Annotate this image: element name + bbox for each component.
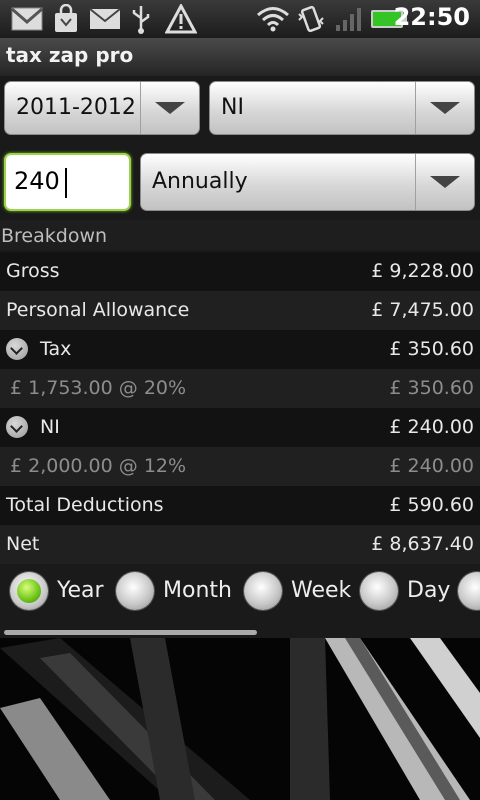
main-content: 2011-2012 NI Annually Breakdown Gross £ … bbox=[0, 76, 480, 800]
row-value: £ 590.60 bbox=[389, 494, 474, 516]
background-graphic bbox=[0, 638, 480, 800]
shopping-bag-icon bbox=[50, 4, 82, 34]
breakdown-row-ni-detail: £ 2,000.00 @ 12% £ 240.00 bbox=[0, 447, 480, 486]
period-radio-group: Year Month Week Day bbox=[0, 564, 480, 624]
amount-input[interactable] bbox=[14, 167, 114, 195]
radio-month[interactable] bbox=[116, 572, 154, 610]
tax-year-spinner[interactable]: 2011-2012 bbox=[4, 81, 200, 135]
breakdown-header: Breakdown bbox=[0, 220, 480, 250]
chevron-down-icon bbox=[415, 154, 474, 210]
collapse-icon[interactable] bbox=[6, 338, 28, 360]
usb-icon bbox=[128, 4, 154, 34]
email-icon bbox=[88, 4, 122, 34]
app-title: tax zap pro bbox=[6, 43, 134, 67]
radio-day[interactable] bbox=[360, 572, 398, 610]
row-label: Net bbox=[6, 533, 40, 555]
tax-type-value: NI bbox=[221, 95, 244, 120]
warning-icon bbox=[164, 4, 198, 34]
breakdown-row-personal-allowance: Personal Allowance £ 7,475.00 bbox=[0, 291, 480, 330]
collapse-icon[interactable] bbox=[6, 416, 28, 438]
radio-week[interactable] bbox=[244, 572, 282, 610]
amount-field[interactable] bbox=[4, 153, 131, 211]
row-value: £ 240.00 bbox=[389, 416, 474, 438]
breakdown-row-total-deductions: Total Deductions £ 590.60 bbox=[0, 486, 480, 525]
horizontal-scrollbar[interactable] bbox=[4, 630, 257, 635]
pay-period-spinner[interactable]: Annually bbox=[140, 153, 475, 211]
chevron-down-icon bbox=[140, 82, 199, 134]
radio-year[interactable] bbox=[10, 572, 48, 610]
wifi-icon bbox=[256, 4, 290, 34]
text-caret bbox=[65, 168, 67, 198]
radio-next-partial[interactable] bbox=[458, 572, 480, 610]
pay-period-value: Annually bbox=[152, 169, 248, 194]
row-label: Tax bbox=[40, 338, 72, 360]
breakdown-title: Breakdown bbox=[1, 225, 108, 247]
row-label: Personal Allowance bbox=[6, 299, 190, 321]
row-label: Gross bbox=[6, 260, 60, 282]
chevron-down-icon bbox=[415, 82, 474, 134]
row-value: £ 7,475.00 bbox=[371, 299, 474, 321]
breakdown-row-tax-detail: £ 1,753.00 @ 20% £ 350.60 bbox=[0, 369, 480, 408]
breakdown-row-gross: Gross £ 9,228.00 bbox=[0, 252, 480, 291]
row-label: £ 1,753.00 @ 20% bbox=[10, 377, 187, 399]
tax-year-value: 2011-2012 bbox=[16, 95, 136, 120]
status-bar: 22:50 bbox=[0, 0, 480, 39]
row-value: £ 240.00 bbox=[389, 455, 474, 477]
radio-week-label[interactable]: Week bbox=[291, 578, 351, 603]
row-value: £ 350.60 bbox=[389, 338, 474, 360]
tax-type-spinner[interactable]: NI bbox=[209, 81, 475, 135]
row-label: Total Deductions bbox=[6, 494, 164, 516]
row-value: £ 8,637.40 bbox=[371, 533, 474, 555]
gmail-icon bbox=[10, 4, 44, 34]
app-title-bar: tax zap pro bbox=[0, 38, 480, 77]
vibrate-icon bbox=[296, 4, 326, 34]
row-label: £ 2,000.00 @ 12% bbox=[10, 455, 187, 477]
breakdown-row-tax[interactable]: Tax £ 350.60 bbox=[0, 330, 480, 369]
signal-icon bbox=[334, 4, 364, 34]
radio-day-label[interactable]: Day bbox=[407, 578, 450, 603]
row-value: £ 350.60 bbox=[389, 377, 474, 399]
radio-month-label[interactable]: Month bbox=[163, 578, 232, 603]
radio-year-label[interactable]: Year bbox=[57, 578, 104, 603]
breakdown-row-net: Net £ 8,637.40 bbox=[0, 525, 480, 564]
row-value: £ 9,228.00 bbox=[371, 260, 474, 282]
status-clock: 22:50 bbox=[393, 3, 470, 31]
row-label: NI bbox=[40, 416, 60, 438]
breakdown-row-ni[interactable]: NI £ 240.00 bbox=[0, 408, 480, 447]
